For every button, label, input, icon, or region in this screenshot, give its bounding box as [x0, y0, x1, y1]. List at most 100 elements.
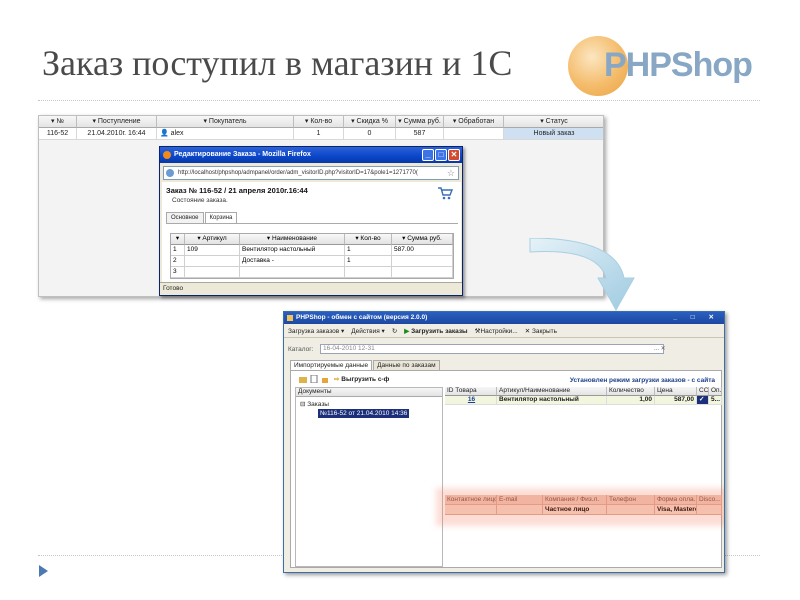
close-icon: ✕: [524, 327, 531, 335]
actions-menu[interactable]: Действия ▾: [351, 327, 385, 335]
order-date: 21.04.2010г. 16:44: [77, 128, 157, 140]
col-company[interactable]: Компания / Физ.л.: [543, 495, 607, 505]
mode-text: Установлен режим загрузки заказов - с са…: [569, 377, 715, 384]
cell-qty: 1: [345, 256, 392, 267]
documents-tree: Документы ⊟ Заказы №116-52 от 21.04.2010…: [295, 387, 443, 567]
tree-header: Документы: [296, 388, 442, 397]
close-exchange-button[interactable]: ✕ Закрыть: [525, 327, 557, 335]
tab-divider: [166, 223, 458, 224]
cell-name: Доставка -: [240, 256, 345, 267]
col-contact[interactable]: Контактное лицо: [445, 495, 497, 505]
col-discount[interactable]: Disco...: [697, 495, 722, 505]
cell-ss[interactable]: ✓: [697, 396, 709, 405]
contacts-table-header: Контактное лицо E-mail Компания / Физ.л.…: [445, 495, 722, 505]
orders-table-header: ▾ № ▾ Поступление ▾ Покупатель ▾ Кол-во …: [39, 116, 603, 128]
col-status[interactable]: ▾ Статус: [504, 116, 603, 128]
imported-data-panel: ⇨ Выгрузить с-ф Установлен режим загрузк…: [290, 370, 724, 568]
items-table: ID Товара Артикул/Наименование Количеств…: [445, 387, 722, 405]
col-sum[interactable]: ▾ Сумма руб.: [396, 116, 444, 128]
folder-icon[interactable]: [299, 375, 307, 383]
cart-icon: [438, 187, 453, 200]
cell-contact: [445, 505, 497, 515]
table-row[interactable]: 16 Вентилятор настольный 1,00 587,00 ✓ 5…: [445, 396, 722, 405]
col-payment[interactable]: Форма опла...: [655, 495, 697, 505]
window-titlebar[interactable]: PHPShop - обмен с сайтом (версия 2.0.0) …: [284, 312, 724, 324]
window-titlebar[interactable]: Редактирование Заказа - Mozilla Firefox …: [160, 147, 462, 163]
bookmark-star-icon[interactable]: ☆: [447, 167, 455, 179]
tree-node-orders[interactable]: ⊟ Заказы: [300, 400, 329, 408]
table-row[interactable]: 1 109 Вентилятор настольный 1 587.00: [171, 245, 453, 256]
orders-table: ▾ № ▾ Поступление ▾ Покупатель ▾ Кол-во …: [39, 116, 603, 140]
cell-quantity: 1,00: [607, 396, 655, 405]
col-phone[interactable]: Телефон: [607, 495, 655, 505]
contacts-table: Контактное лицо E-mail Компания / Физ.л.…: [445, 495, 722, 515]
catalog-input[interactable]: 16-04-2010 12-31: [320, 344, 664, 354]
cell-article: [185, 256, 240, 267]
col-product-id[interactable]: ID Товара: [445, 387, 497, 396]
tree-node-order[interactable]: №116-52 от 21.04.2010 14:36: [318, 409, 410, 418]
col-qty[interactable]: ▾ Кол-во: [294, 116, 344, 128]
status-bar: Готово: [160, 282, 462, 295]
cart-table-header: ▾ ▾ Артикул ▾ Наименование ▾ Кол-во ▾ Су…: [171, 234, 453, 245]
tab-cart[interactable]: Корзина: [204, 212, 238, 223]
cell-company: Частное лицо: [543, 505, 607, 515]
exchange-window: PHPShop - обмен с сайтом (версия 2.0.0) …: [283, 311, 725, 573]
col-name[interactable]: ▾ Наименование: [240, 234, 345, 245]
col-buyer[interactable]: ▾ Покупатель: [157, 116, 294, 128]
curved-arrow-icon: [529, 238, 635, 312]
phpshop-logo: PHPShop: [568, 36, 768, 96]
load-orders-menu[interactable]: Загрузка заказов ▾: [288, 327, 344, 335]
minimize-button[interactable]: _: [422, 149, 434, 161]
order-buyer: 👤 alex: [157, 128, 294, 140]
col-date[interactable]: ▾ Поступление: [77, 116, 157, 128]
col-price[interactable]: Цена: [655, 387, 697, 396]
col-ss[interactable]: СС: [697, 387, 709, 396]
table-row[interactable]: 2 Доставка - 1: [171, 256, 453, 267]
col-email[interactable]: E-mail: [497, 495, 543, 505]
col-quantity[interactable]: Количество: [607, 387, 655, 396]
address-bar[interactable]: http://localhost/phpshop/admpanel/order/…: [163, 166, 459, 180]
maximize-button[interactable]: □: [435, 149, 447, 161]
close-button[interactable]: ✕: [448, 149, 460, 161]
exchange-tabs: Импортируемые данные Данные по заказам: [290, 360, 441, 370]
slide-title: Заказ поступил в магазин и 1С: [42, 43, 513, 83]
user-icon: 👤: [160, 130, 169, 137]
tab-main[interactable]: Основное: [166, 212, 204, 223]
refresh-icon[interactable]: ↻: [392, 327, 397, 335]
cell-article: 109: [185, 245, 240, 256]
col-article[interactable]: ▾ Артикул: [185, 234, 240, 245]
tab-order-data[interactable]: Данные по заказам: [373, 360, 440, 370]
table-row[interactable]: Частное лицо Visa, Mastercar: [445, 505, 722, 515]
firefox-icon: [163, 151, 171, 159]
order-sum: 587: [396, 128, 444, 140]
cell-qty: 1: [345, 245, 392, 256]
table-row[interactable]: 116-52 21.04.2010г. 16:44 👤 alex 1 0 587…: [39, 128, 603, 140]
window-title: Редактирование Заказа - Mozilla Firefox: [174, 151, 311, 158]
document-icon[interactable]: [310, 375, 318, 383]
load-orders-button[interactable]: ▶ Загрузить заказы: [404, 327, 467, 335]
logo-text: PHPShop: [604, 46, 753, 84]
cell-product-id[interactable]: 16: [445, 396, 497, 405]
order-status: Новый заказ: [504, 128, 603, 140]
catalog-browse-button[interactable]: ... ✕: [654, 345, 666, 352]
window-controls[interactable]: _ □ ✕: [673, 312, 720, 324]
table-row[interactable]: 3: [171, 267, 453, 278]
app-icon: [287, 315, 293, 321]
settings-button[interactable]: ⚒Настройки...: [475, 327, 518, 335]
col-number[interactable]: ▾ №: [39, 116, 77, 128]
address-url: http://localhost/phpshop/admpanel/order/…: [178, 170, 418, 176]
bullet-arrow-icon: [39, 565, 48, 577]
col-op[interactable]: Оп.: [709, 387, 722, 396]
order-edit-window: Редактирование Заказа - Mozilla Firefox …: [159, 146, 463, 296]
col-discount[interactable]: ▾ Скидка %: [344, 116, 396, 128]
tab-imported-data[interactable]: Импортируемые данные: [290, 360, 373, 370]
col-sum[interactable]: ▾ Сумма руб.: [392, 234, 453, 245]
col-qty[interactable]: ▾ Кол-во: [345, 234, 392, 245]
lock-icon[interactable]: [321, 375, 329, 383]
cell-discount: [697, 505, 722, 515]
order-number: 116-52: [39, 128, 77, 140]
upload-button[interactable]: ⇨ Выгрузить с-ф: [334, 375, 389, 383]
col-article-name[interactable]: Артикул/Наименование: [497, 387, 607, 396]
col-index[interactable]: ▾: [171, 234, 185, 245]
col-processed[interactable]: ▾ Обработан: [444, 116, 504, 128]
